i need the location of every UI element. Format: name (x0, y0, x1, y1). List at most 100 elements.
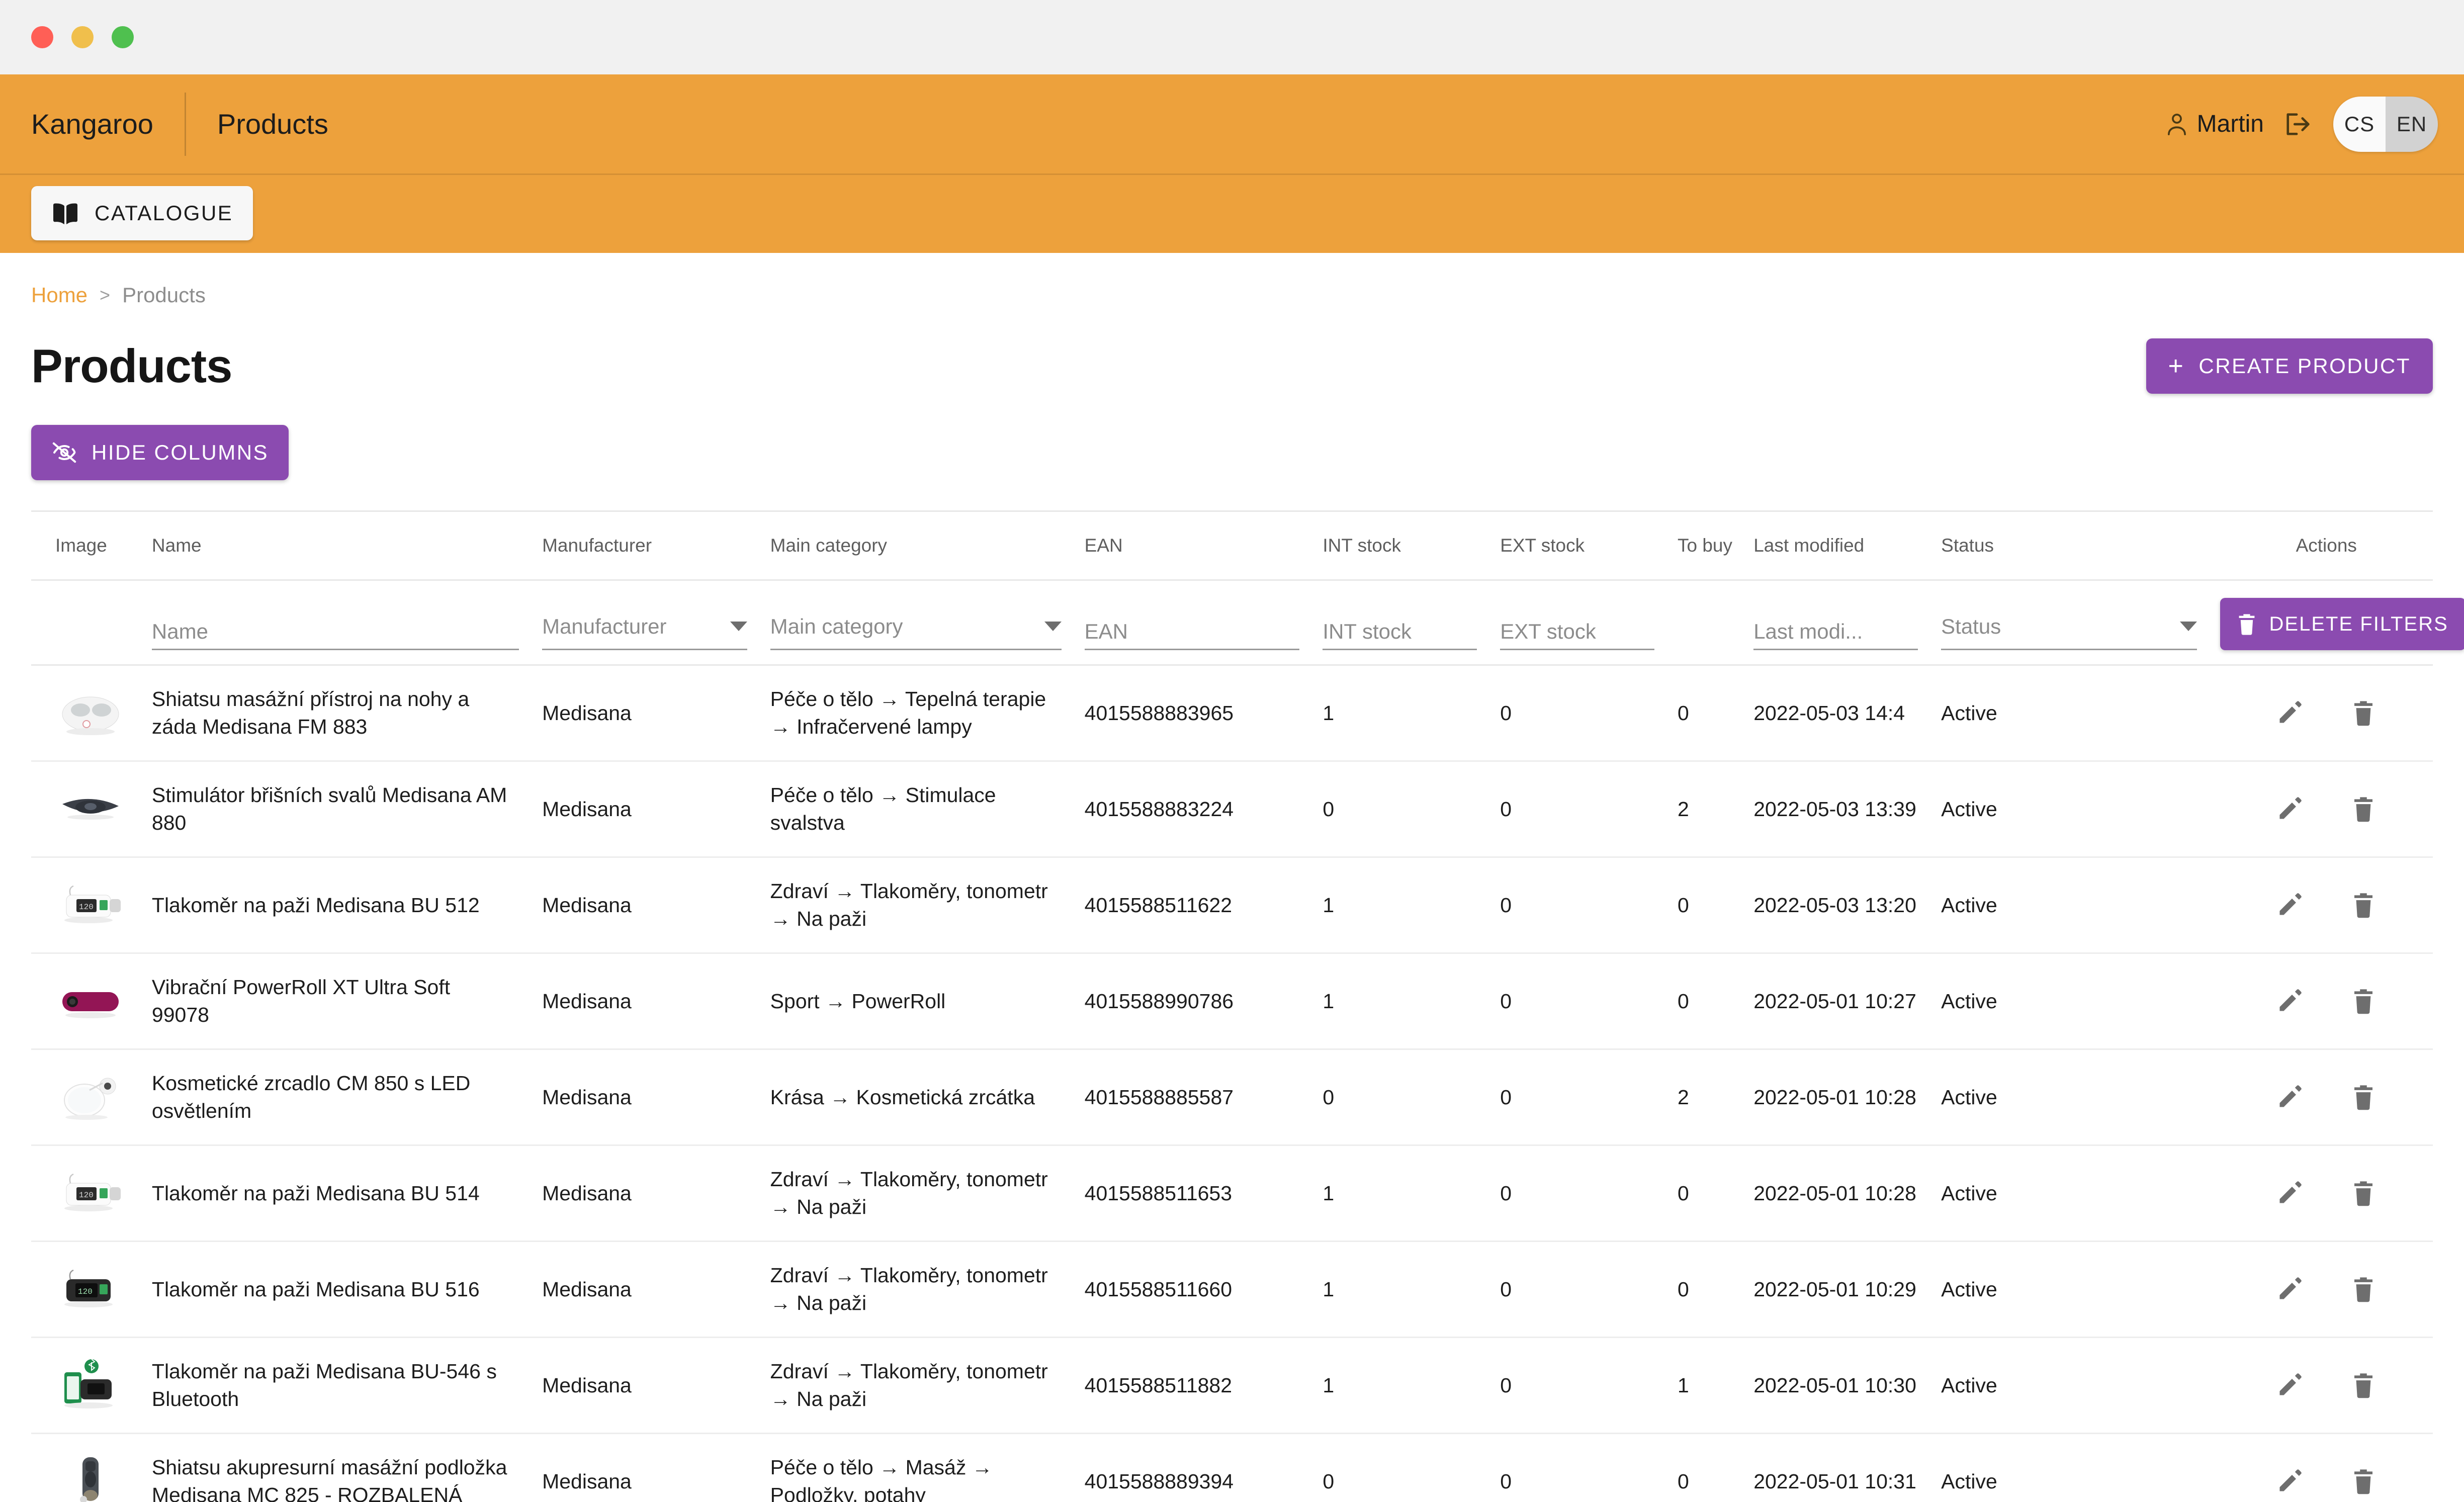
hide-columns-label: HIDE COLUMNS (92, 440, 269, 464)
cell-int-stock: 1 (1323, 1337, 1501, 1434)
column-header-to-buy[interactable]: To buy (1678, 510, 1754, 581)
row-action-group (2220, 1084, 2433, 1111)
edit-row-button[interactable] (2276, 988, 2303, 1014)
breadcrumb-home-link[interactable]: Home (31, 283, 87, 307)
edit-row-button[interactable] (2276, 892, 2303, 918)
delete-row-button[interactable] (2351, 988, 2376, 1015)
cell-last-modified: 2022-05-03 13:20 (1753, 857, 1942, 954)
delete-row-button[interactable] (2351, 1276, 2376, 1303)
product-thumbnail-image (55, 777, 126, 841)
delete-row-button[interactable] (2351, 1372, 2376, 1399)
row-action-group (2220, 988, 2433, 1015)
delete-row-button[interactable] (2351, 1468, 2376, 1495)
filter-ean-placeholder: EAN (1084, 620, 1128, 643)
cell-status: Active (1941, 1049, 2220, 1146)
edit-row-button[interactable] (2276, 1276, 2303, 1302)
table-row[interactable]: Stimulátor břišních svalů Medisana AM 88… (31, 761, 2433, 858)
edit-row-button[interactable] (2276, 700, 2303, 726)
cell-image (31, 953, 152, 1050)
column-header-ext-stock[interactable]: EXT stock (1500, 510, 1678, 581)
product-thumbnail-image (55, 969, 126, 1033)
filter-ext-stock-input[interactable]: EXT stock (1500, 611, 1654, 650)
cell-manufacturer: Medisana (542, 1337, 770, 1434)
pencil-icon (2276, 1180, 2303, 1206)
cell-last-modified: 2022-05-01 10:30 (1753, 1337, 1942, 1434)
cell-int-stock: 1 (1323, 857, 1501, 954)
filter-int-stock-input[interactable]: INT stock (1323, 611, 1477, 650)
edit-row-button[interactable] (2276, 1372, 2303, 1398)
filter-manufacturer-select[interactable]: Manufacturer (542, 611, 747, 650)
filter-name-input[interactable]: Name (151, 611, 519, 650)
filter-int-stock-placeholder: INT stock (1323, 620, 1412, 643)
delete-row-button[interactable] (2351, 1084, 2376, 1111)
table-filter-row: Name Manufacturer Main category EAN INT … (31, 580, 2464, 666)
column-header-image[interactable]: Image (31, 510, 152, 581)
row-action-group (2220, 699, 2433, 727)
language-option-en[interactable]: EN (2386, 96, 2438, 152)
column-header-ean[interactable]: EAN (1084, 510, 1323, 581)
cell-name: Shiatsu masážní přístroj na nohy a záda … (151, 665, 543, 762)
delete-filters-button[interactable]: DELETE FILTERS (2220, 598, 2464, 650)
column-header-name[interactable]: Name (151, 510, 543, 581)
window-close-button[interactable] (31, 26, 53, 48)
cell-to-buy: 0 (1678, 1433, 1754, 1502)
edit-row-button[interactable] (2276, 1084, 2303, 1110)
svg-text:120: 120 (79, 1191, 94, 1200)
create-product-button[interactable]: + CREATE PRODUCT (2146, 338, 2433, 394)
filter-status-select[interactable]: Status (1941, 611, 2197, 650)
row-action-group (2220, 1276, 2433, 1303)
user-menu[interactable]: Martin (2166, 110, 2264, 138)
breadcrumb-separator: > (100, 285, 111, 305)
cell-int-stock: 0 (1323, 1049, 1501, 1146)
catalogue-button[interactable]: CATALOGUE (31, 186, 253, 240)
top-bar-primary-row: Kangaroo Products Martin CS EN (0, 74, 2464, 175)
cell-last-modified: 2022-05-01 10:31 (1753, 1433, 1942, 1502)
filter-category-placeholder: Main category (770, 614, 903, 638)
table-row[interactable]: Tlakoměr na paži Medisana BU-546 s Bluet… (31, 1337, 2433, 1434)
edit-row-button[interactable] (2276, 1468, 2303, 1494)
table-row[interactable]: Shiatsu masážní přístroj na nohy a záda … (31, 665, 2433, 762)
cell-category: Krása → Kosmetická zrcátka (770, 1049, 1085, 1146)
window-maximize-button[interactable] (112, 26, 134, 48)
cell-category: Sport → PowerRoll (770, 953, 1085, 1050)
page-title: Products (31, 339, 232, 392)
column-header-manufacturer[interactable]: Manufacturer (542, 510, 770, 581)
table-row[interactable]: 120 Tlakoměr na paži Medisana BU 512 Med… (31, 857, 2433, 954)
delete-row-button[interactable] (2351, 796, 2376, 823)
table-row[interactable]: Vibrační PowerRoll XT Ultra Soft 99078 M… (31, 953, 2433, 1050)
delete-row-button[interactable] (2351, 1180, 2376, 1207)
window-minimize-button[interactable] (71, 26, 94, 48)
table-row[interactable]: Shiatsu akupresurní masážní podložka Med… (31, 1433, 2433, 1502)
cell-int-stock: 1 (1323, 665, 1501, 762)
cell-name: Vibrační PowerRoll XT Ultra Soft 99078 (151, 953, 543, 1050)
cell-name: Shiatsu akupresurní masážní podložka Med… (151, 1433, 543, 1502)
cell-status: Active (1941, 857, 2220, 954)
cell-category: Péče o tělo → Stimulace svalstva (770, 761, 1085, 858)
delete-row-button[interactable] (2351, 699, 2376, 727)
filter-category-select[interactable]: Main category (770, 611, 1062, 650)
cell-status: Active (1941, 1145, 2220, 1242)
column-header-status[interactable]: Status (1941, 510, 2220, 581)
pencil-icon (2276, 988, 2303, 1014)
language-option-cs[interactable]: CS (2333, 96, 2386, 152)
filter-last-modified-input[interactable]: Last modi... (1753, 611, 1918, 650)
edit-row-button[interactable] (2276, 796, 2303, 822)
hide-columns-button[interactable]: HIDE COLUMNS (31, 425, 289, 480)
column-header-category[interactable]: Main category (770, 510, 1085, 581)
table-row[interactable]: 120 Tlakoměr na paži Medisana BU 514 Med… (31, 1145, 2433, 1242)
cell-actions (2220, 857, 2433, 954)
delete-row-button[interactable] (2351, 892, 2376, 919)
table-row[interactable]: Kosmetické zrcadlo CM 850 s LED osvětlen… (31, 1049, 2433, 1146)
filter-ean-input[interactable]: EAN (1084, 611, 1300, 650)
column-header-int-stock[interactable]: INT stock (1323, 510, 1501, 581)
product-thumbnail-image (55, 1449, 126, 1502)
language-toggle[interactable]: CS EN (2333, 96, 2438, 152)
trash-icon (2351, 1276, 2376, 1303)
table-row[interactable]: 120 Tlakoměr na paži Medisana BU 516 Med… (31, 1241, 2433, 1338)
top-bar-secondary-row: CATALOGUE (0, 175, 2464, 251)
cell-status: Active (1941, 1337, 2220, 1434)
column-header-last-modified[interactable]: Last modified (1753, 510, 1942, 581)
edit-row-button[interactable] (2276, 1180, 2303, 1206)
brand-logo[interactable]: Kangaroo (0, 92, 186, 156)
logout-icon[interactable] (2284, 111, 2313, 137)
